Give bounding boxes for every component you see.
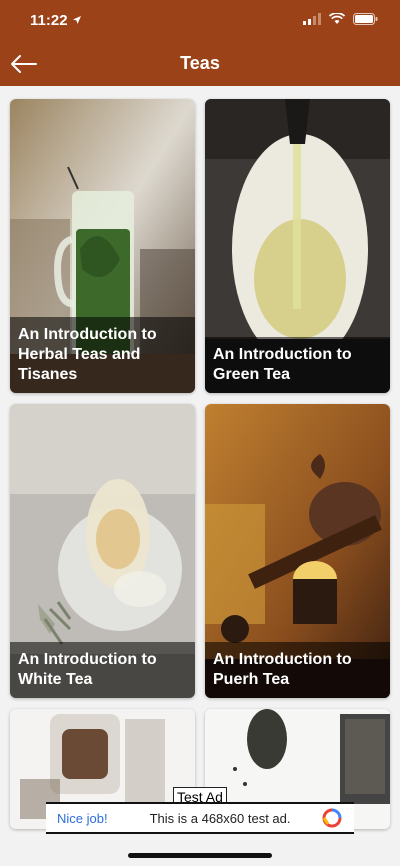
card-caption: An Introduction to White Tea	[10, 642, 195, 698]
app-header: 11:22 Teas	[0, 0, 400, 86]
ad-cta[interactable]: Nice job!	[57, 811, 108, 826]
nav-bar: Teas	[0, 42, 400, 86]
card-herbal-tea[interactable]: An Introduction to Herbal Teas and Tisan…	[10, 99, 195, 393]
location-arrow-icon	[73, 16, 81, 24]
ad-choices-icon[interactable]	[322, 808, 342, 828]
card-green-tea[interactable]: An Introduction to Green Tea	[205, 99, 390, 393]
card-caption: An Introduction to Green Tea	[205, 337, 390, 393]
status-bar: 11:22	[0, 0, 400, 42]
card-white-tea[interactable]: An Introduction to White Tea	[10, 404, 195, 698]
test-ad-banner[interactable]: Nice job! This is a 468x60 test ad.	[46, 802, 354, 834]
tea-grid: An Introduction to Herbal Teas and Tisan…	[0, 86, 400, 866]
card-caption: An Introduction to Herbal Teas and Tisan…	[10, 317, 195, 393]
card-puerh-tea[interactable]: An Introduction to Puerh Tea	[205, 404, 390, 698]
cellular-signal-icon	[303, 13, 321, 25]
status-time: 11:22	[30, 12, 68, 29]
card-caption: An Introduction to Puerh Tea	[205, 642, 390, 698]
home-indicator	[128, 853, 272, 858]
battery-icon	[353, 13, 378, 25]
wifi-icon	[329, 13, 345, 24]
ad-message: This is a 468x60 test ad.	[149, 810, 291, 826]
page-title: Teas	[180, 53, 220, 73]
status-icons	[303, 13, 378, 25]
